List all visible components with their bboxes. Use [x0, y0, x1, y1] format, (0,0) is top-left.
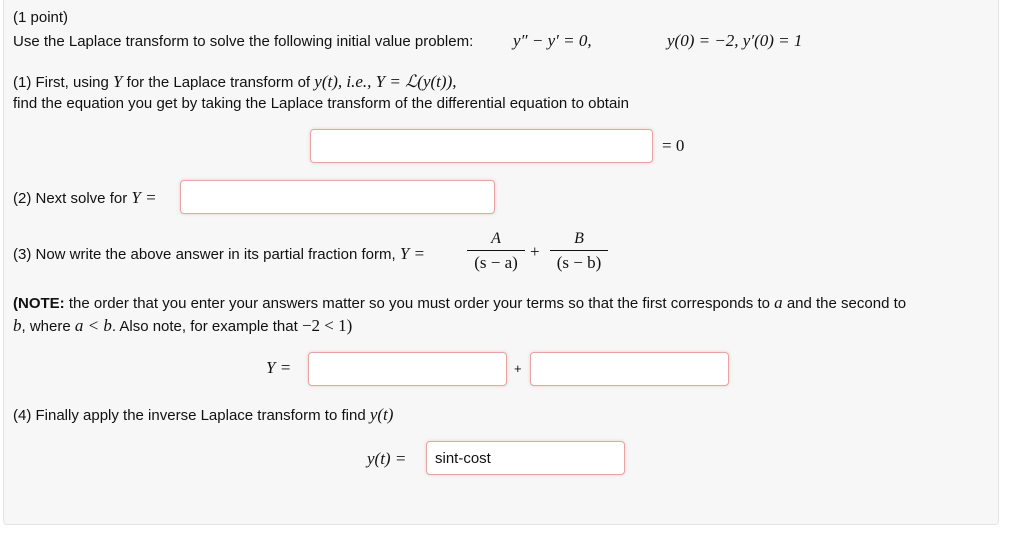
fraction-A: A (s − a)	[467, 230, 525, 273]
note-line1: (NOTE: the order that you enter your ans…	[13, 293, 906, 313]
fraction-A-denominator: (s − a)	[474, 253, 518, 272]
part3-prefix: (3) Now write the above answer in its pa…	[13, 246, 396, 263]
part4-prefix: (4) Finally apply the inverse Laplace tr…	[13, 407, 366, 424]
inverse-laplace-input[interactable]	[426, 441, 625, 475]
note-bold: (NOTE:	[13, 295, 65, 312]
y-of-t-label: y(t) =	[367, 449, 407, 468]
note-example: −2 < 1)	[301, 316, 353, 335]
fraction-B-numerator: B	[574, 230, 584, 247]
note-text4: . Also note, for example that	[111, 318, 302, 335]
part4-math: y(t)	[369, 405, 394, 424]
problem-intro: Use the Laplace transform to solve the f…	[13, 33, 474, 50]
fraction-B-denominator: (s − b)	[556, 253, 602, 272]
part1-var: Y	[113, 72, 123, 91]
part2-prefix: (2) Next solve for	[13, 190, 128, 207]
part3-line: (3) Now write the above answer in its pa…	[13, 244, 425, 264]
note-a: a	[774, 293, 783, 312]
part1-mid: for the Laplace transform of	[126, 74, 311, 91]
partial-fraction-B-input[interactable]	[530, 352, 729, 386]
part1-line2: find the equation you get by taking the …	[13, 95, 629, 112]
initial-conditions: y(0) = −2, y′(0) = 1	[667, 31, 803, 50]
part1-prefix: (1) First, using	[13, 74, 109, 91]
note-line2: b, where a < b. Also note, for example t…	[13, 316, 352, 336]
note-text2: and the second to	[782, 295, 907, 312]
note-ineq: a < b	[74, 316, 112, 335]
note-text3: , where	[21, 318, 75, 335]
part4-line: (4) Finally apply the inverse Laplace tr…	[13, 405, 393, 425]
points-label: (1 point)	[13, 9, 69, 26]
note-text1: the order that you enter your answers ma…	[64, 295, 775, 312]
equals-zero: = 0	[662, 136, 685, 155]
fraction-A-numerator: A	[491, 230, 501, 247]
fraction-B-bar	[550, 250, 608, 251]
fraction-B: B (s − b)	[550, 230, 608, 273]
part2-line: (2) Next solve for Y =	[13, 188, 157, 208]
part2-math: Y =	[131, 188, 157, 207]
note-b: b	[13, 316, 22, 335]
part1-line1: (1) First, using Y for the Laplace trans…	[13, 72, 456, 92]
part1-math: y(t), i.e., Y = ℒ(y(t)),	[314, 72, 457, 91]
laplace-equation-input[interactable]	[310, 129, 653, 163]
Y-equals-label: Y =	[266, 358, 292, 377]
solve-for-Y-input[interactable]	[180, 180, 495, 214]
inputs-plus: +	[514, 361, 522, 376]
partial-fraction-A-input[interactable]	[308, 352, 507, 386]
fraction-plus: +	[530, 242, 540, 261]
ode-equation: y″ − y′ = 0,	[513, 31, 592, 50]
fraction-A-bar	[467, 250, 525, 251]
part3-math: Y =	[399, 244, 426, 263]
